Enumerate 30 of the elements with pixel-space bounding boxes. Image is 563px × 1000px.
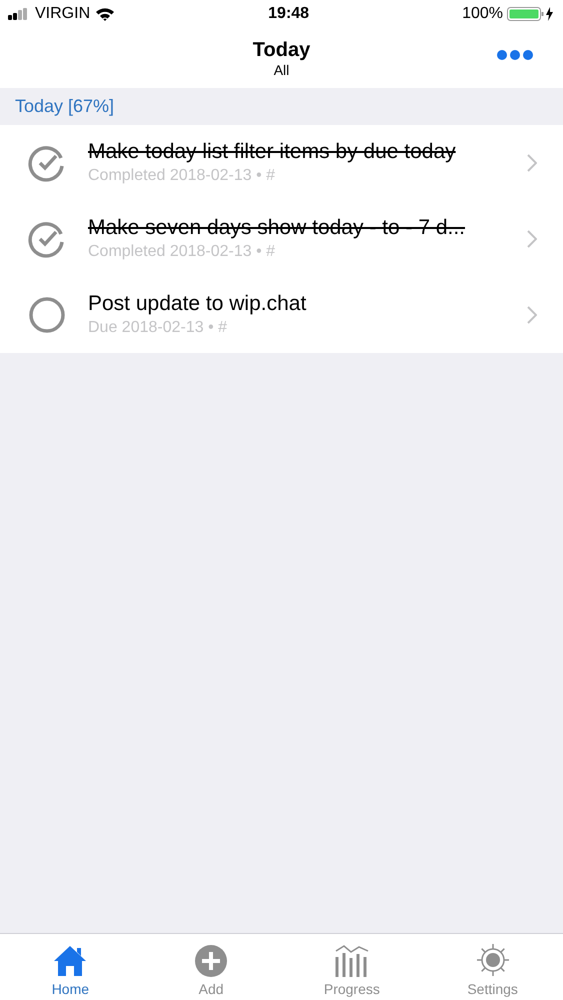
task-title: Post update to wip.chat [88,291,308,317]
nav-subtitle: All [274,62,290,78]
task-meta: Due 2018-02-13 • # [88,318,228,338]
bar-chart-icon [334,943,370,977]
checked-circle-icon[interactable] [28,144,66,182]
task-meta: Completed 2018-02-13 • # [88,166,276,186]
checked-circle-icon[interactable] [28,220,66,258]
battery-percent: 100% [462,4,503,24]
clock-time: 19:48 [268,4,310,24]
nav-title: Today [252,38,310,62]
empty-circle-icon[interactable] [28,296,66,334]
task-title: Make today list filter items by due today [88,139,457,165]
section-header: Today [67%] [15,95,114,118]
chevron-right-icon[interactable] [527,306,537,324]
plus-circle-icon [195,945,228,977]
tab-button[interactable]: Settings [422,934,563,1000]
more-button[interactable] [495,48,535,62]
task-meta: Completed 2018-02-13 • # [88,242,276,262]
tab-button[interactable]: Home [0,934,141,1000]
settings-icon [476,943,510,977]
chevron-right-icon[interactable] [527,154,537,172]
tab-button[interactable]: Progress [282,934,422,1000]
carrier-name: VIRGIN [35,4,90,24]
chevron-right-icon[interactable] [527,230,537,248]
battery-charging-icon [507,6,555,22]
tab-button[interactable]: Add [140,934,282,1000]
home-icon [53,945,88,977]
task-title: Make seven days show today - to - 7 d... [88,215,466,241]
signal-icon [8,8,30,20]
wifi-icon [95,7,116,21]
